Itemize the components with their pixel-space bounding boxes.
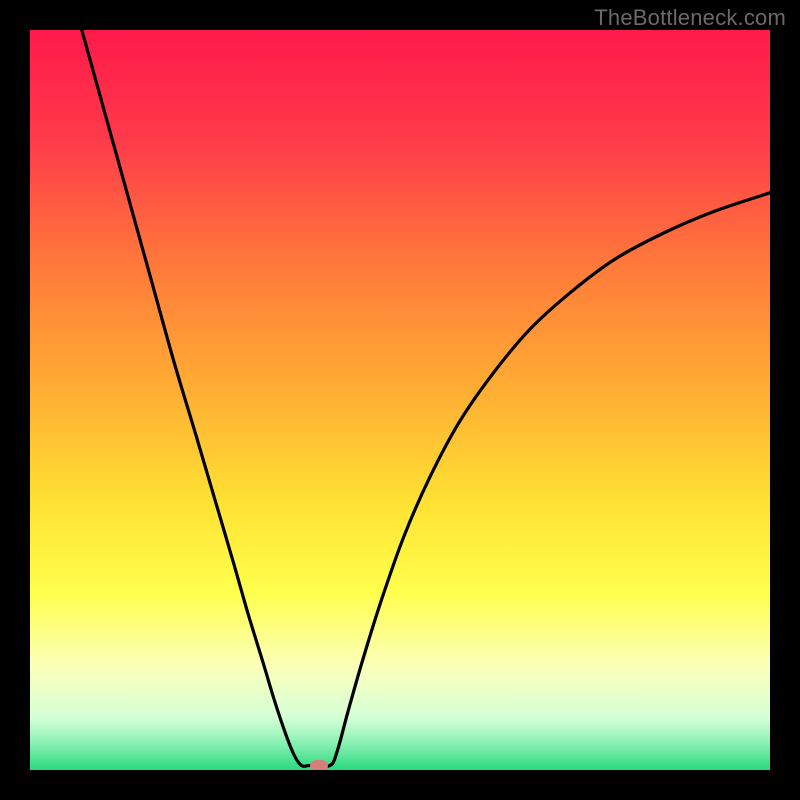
curve-layer xyxy=(30,30,770,770)
optimal-marker xyxy=(310,760,328,770)
watermark-text: TheBottleneck.com xyxy=(594,5,786,31)
plot-area xyxy=(30,30,770,770)
chart-frame: TheBottleneck.com xyxy=(0,0,800,800)
bottleneck-curve xyxy=(82,30,770,767)
